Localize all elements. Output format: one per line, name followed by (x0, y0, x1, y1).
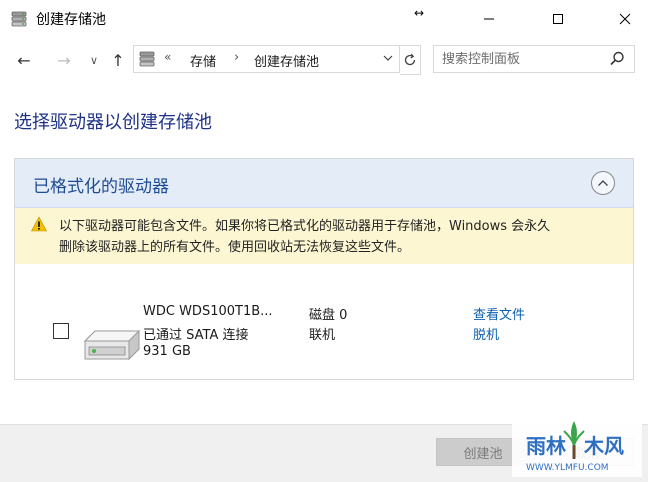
maximize-icon (553, 14, 563, 24)
breadcrumb-separator[interactable]: › (234, 50, 239, 65)
drive-name: WDC WDS100T1B... (143, 304, 273, 319)
minimize-icon (484, 18, 494, 20)
resize-cursor-icon: ↔ (414, 6, 425, 20)
window-title: 创建存储池 (36, 12, 106, 28)
back-button[interactable]: ← (12, 49, 36, 71)
drive-select-checkbox[interactable] (53, 323, 69, 339)
chevron-up-icon (598, 180, 608, 186)
search-box[interactable] (433, 45, 635, 73)
drive-size: 931 GB (143, 344, 191, 359)
up-button[interactable]: ↑ (106, 49, 130, 71)
minimize-button[interactable] (466, 0, 512, 38)
chevron-down-icon[interactable] (382, 51, 394, 65)
address-bar[interactable]: « 存储 › 创建存储池 (133, 45, 400, 73)
forward-button[interactable]: → (52, 49, 76, 71)
search-icon[interactable] (608, 50, 626, 68)
close-button[interactable] (602, 0, 648, 38)
recent-locations-button[interactable]: ∨ (82, 49, 106, 71)
watermark-text-left: 雨林 (526, 434, 566, 458)
formatted-drives-section: 已格式化的驱动器 以下驱动器可能包含文件。如果你将已格式化的驱动器用于存储池，W… (14, 158, 634, 380)
warning-text-line-2: 删除该驱动器上的所有文件。使用回收站无法恢复这些文件。 (59, 240, 411, 255)
refresh-button[interactable] (400, 45, 421, 75)
storage-stack-icon (139, 51, 155, 67)
drive-disk-number: 磁盘 0 (309, 308, 348, 323)
drive-connection: 已通过 SATA 连接 (143, 328, 249, 343)
page-title: 选择驱动器以创建存储池 (14, 112, 212, 133)
watermark-url: WWW.YLMFU.COM (526, 463, 609, 473)
take-offline-link[interactable]: 脱机 (473, 324, 499, 343)
breadcrumb-storage[interactable]: 存储 (190, 51, 216, 70)
warning-triangle-icon (31, 216, 47, 232)
search-input[interactable] (442, 50, 602, 68)
warning-text-line-1: 以下驱动器可能包含文件。如果你将已格式化的驱动器用于存储池，Windows 会永… (59, 219, 551, 234)
collapse-section-button[interactable] (591, 171, 615, 195)
storage-stack-icon (11, 11, 27, 27)
breadcrumb-overflow-chevron[interactable]: « (164, 50, 171, 64)
watermark-text-right: 木风 (583, 434, 624, 458)
site-watermark-logo: 雨林 木风 WWW.YLMFU.COM (512, 413, 642, 477)
hard-drive-icon (83, 329, 141, 361)
warning-banner: 以下驱动器可能包含文件。如果你将已格式化的驱动器用于存储池，Windows 会永… (15, 208, 633, 264)
view-files-link[interactable]: 查看文件 (473, 304, 525, 323)
maximize-button[interactable] (535, 0, 581, 38)
section-header[interactable]: 已格式化的驱动器 (15, 159, 633, 208)
refresh-icon (404, 53, 416, 66)
section-title: 已格式化的驱动器 (33, 177, 169, 197)
breadcrumb-create-pool[interactable]: 创建存储池 (254, 51, 319, 70)
title-bar: 创建存储池 ↔ (0, 0, 648, 38)
drive-status: 联机 (309, 328, 336, 343)
close-icon (619, 13, 631, 25)
